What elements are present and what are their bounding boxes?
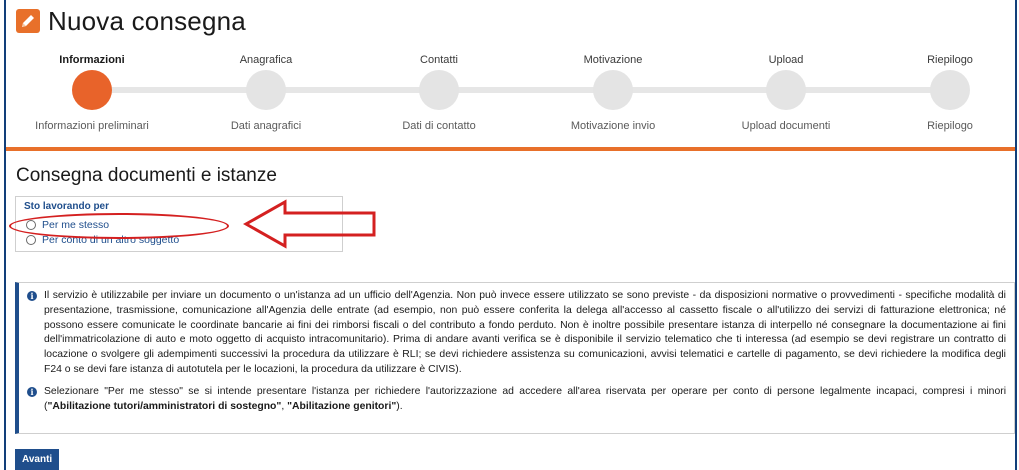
- step-upload[interactable]: Upload Upload documenti: [706, 52, 866, 132]
- step-title: Motivazione: [583, 54, 643, 66]
- step-dot: [930, 70, 970, 110]
- step-subtitle: Upload documenti: [741, 120, 831, 132]
- info-text-bold: "Abilitazione tutori/amministratori di s…: [47, 400, 282, 412]
- step-contatti[interactable]: Contatti Dati di contatto: [359, 52, 519, 132]
- header: Nuova consegna: [16, 6, 246, 36]
- step-title: Riepilogo: [927, 54, 973, 66]
- fieldset-legend: Sto lavorando per: [24, 201, 110, 212]
- page-title: Nuova consegna: [48, 5, 246, 36]
- step-dot: [246, 70, 286, 110]
- annotation-ellipse: [9, 213, 229, 239]
- step-subtitle: Riepilogo: [927, 120, 973, 132]
- info-item: i Selezionare "Per me stesso" se si inte…: [27, 385, 1006, 415]
- pencil-icon: [16, 9, 40, 33]
- step-informazioni[interactable]: Informazioni Informazioni preliminari: [12, 52, 172, 132]
- header-divider: [6, 147, 1015, 151]
- step-dot: [766, 70, 806, 110]
- progress-stepper: Informazioni Informazioni preliminari An…: [12, 52, 1012, 142]
- info-text-bold: "Abilitazione genitori": [287, 400, 397, 412]
- step-subtitle: Informazioni preliminari: [35, 120, 149, 132]
- step-title: Anagrafica: [239, 54, 293, 66]
- info-text-part: ).: [396, 400, 403, 412]
- section-title: Consegna documenti e istanze: [16, 165, 277, 186]
- step-riepilogo[interactable]: Riepilogo Riepilogo: [870, 52, 1019, 132]
- step-title: Upload: [768, 54, 804, 66]
- step-title: Contatti: [420, 54, 458, 66]
- radio-button[interactable]: [26, 235, 36, 245]
- info-item: i Il servizio è utilizzabile per inviare…: [27, 289, 1006, 378]
- step-title: Informazioni: [59, 54, 125, 66]
- next-button[interactable]: Avanti: [15, 449, 60, 470]
- step-subtitle: Dati di contatto: [402, 120, 476, 132]
- step-subtitle: Dati anagrafici: [230, 120, 302, 132]
- info-text: Selezionare "Per me stesso" se si intend…: [44, 385, 1006, 415]
- info-icon: i: [27, 386, 37, 397]
- step-subtitle: Motivazione invio: [570, 120, 656, 132]
- step-anagrafica[interactable]: Anagrafica Dati anagrafici: [186, 52, 346, 132]
- info-text: Il servizio è utilizzabile per inviare u…: [44, 290, 1006, 375]
- step-dot-active: [72, 70, 112, 110]
- info-icon: i: [27, 291, 37, 301]
- step-dot: [419, 70, 459, 110]
- info-box: i Il servizio è utilizzabile per inviare…: [15, 282, 1015, 434]
- step-dot: [593, 70, 633, 110]
- step-motivazione[interactable]: Motivazione Motivazione invio: [533, 52, 693, 132]
- annotation-arrow-icon: [243, 199, 376, 249]
